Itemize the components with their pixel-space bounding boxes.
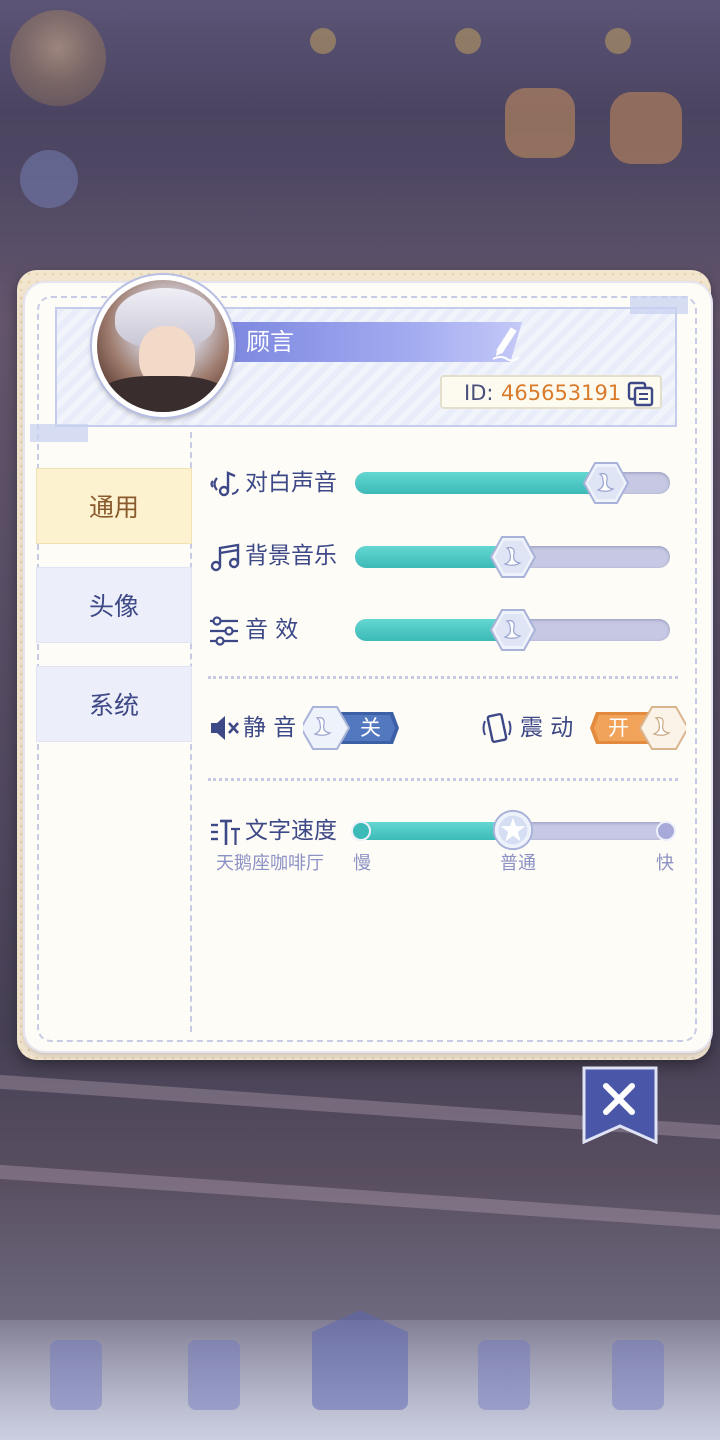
sliders-icon (210, 616, 238, 646)
background-icon (505, 88, 575, 158)
phone-vibrate-icon (482, 713, 512, 743)
mute-label: 静 音 (243, 715, 297, 741)
background-nav-button (478, 1340, 530, 1410)
music-note-icon (210, 543, 240, 572)
character-portrait[interactable] (92, 275, 234, 417)
section-divider (208, 676, 678, 679)
speaker-mute-icon (211, 716, 239, 740)
speed-stop-fast[interactable] (656, 821, 676, 841)
slider-fill (355, 619, 512, 641)
slider-fill (355, 546, 512, 568)
mute-toggle[interactable] (303, 706, 399, 750)
background-icon (605, 28, 631, 54)
vibrate-state-label: 开 (608, 716, 629, 740)
bgm-volume-label: 背景音乐 (245, 543, 337, 569)
mute-state-label: 关 (360, 716, 381, 740)
star-knob-icon[interactable] (491, 808, 535, 852)
swan-knob-icon[interactable] (490, 534, 536, 580)
text-size-icon (211, 819, 240, 845)
avatar-shoulder (97, 376, 229, 412)
tab-system[interactable]: 系统 (36, 666, 192, 742)
close-x-icon[interactable] (582, 1066, 658, 1144)
swan-knob-icon[interactable] (490, 607, 536, 653)
dialogue-volume-label: 对白声音 (245, 470, 337, 496)
text-speed-label: 文字速度 (245, 818, 337, 844)
vibrate-label: 震 动 (520, 715, 574, 741)
tape-decoration (30, 424, 88, 442)
tape-decoration (630, 296, 688, 314)
voice-note-icon (210, 471, 239, 497)
background-nav-button (188, 1340, 240, 1410)
vibrate-toggle[interactable] (590, 706, 686, 750)
tab-general[interactable]: 通用 (36, 468, 192, 544)
background-icon (610, 92, 682, 164)
text-speed-preview: 天鹅座咖啡厅 (216, 853, 324, 874)
id-label: ID: (464, 381, 494, 405)
tab-avatar[interactable]: 头像 (36, 567, 192, 643)
id-value: 465653191 (501, 381, 622, 405)
section-divider (208, 778, 678, 781)
background-top-bar (0, 0, 720, 110)
player-name: 顾言 (246, 328, 294, 356)
tab-label: 系统 (88, 691, 139, 720)
speed-stop-slow[interactable] (351, 821, 371, 841)
speed-fast-label: 快 (656, 853, 674, 874)
sfx-volume-label: 音 效 (245, 617, 299, 643)
slider-fill (357, 822, 512, 840)
pencil-icon[interactable] (487, 322, 523, 362)
speed-slow-label: 慢 (353, 853, 371, 874)
swan-knob-icon[interactable] (583, 460, 629, 506)
tab-label: 通用 (88, 493, 139, 522)
background-icon (310, 28, 336, 54)
slider-fill (355, 472, 599, 494)
copy-icon[interactable] (626, 380, 656, 408)
background-icon (20, 150, 78, 208)
tab-label: 头像 (88, 592, 139, 621)
background-icon (455, 28, 481, 54)
speed-normal-label: 普通 (500, 853, 536, 874)
background-nav-button (50, 1340, 102, 1410)
background-nav-button (612, 1340, 664, 1410)
background-player-avatar (10, 10, 106, 106)
